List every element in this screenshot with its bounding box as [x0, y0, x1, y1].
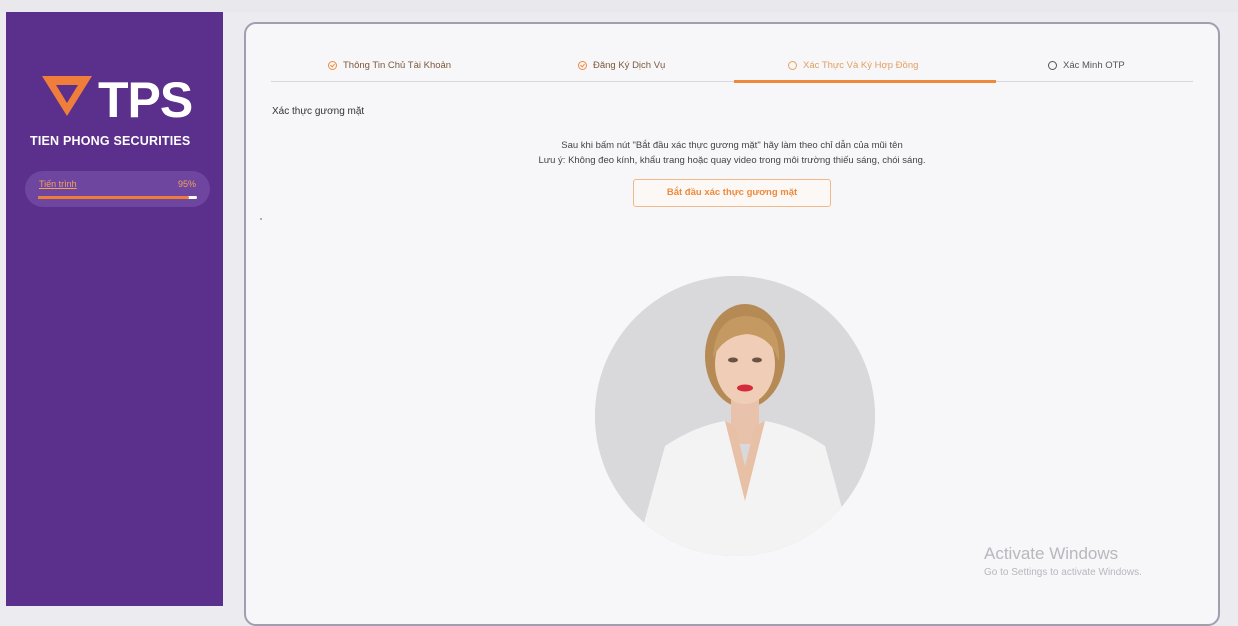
section-title: Xác thực gương mặt: [272, 106, 365, 117]
progress-fill: [38, 196, 190, 199]
top-strip: [0, 0, 1238, 12]
step-label: Đăng Ký Dịch Vụ: [593, 60, 666, 71]
active-step-underline: [734, 80, 996, 83]
step-tabs: Thông Tin Chủ Tài Khoản Đăng Ký Dịch Vụ …: [271, 50, 1193, 83]
face-portrait-image: [595, 276, 875, 556]
instruction-line-1: Sau khi bấm nút "Bắt đầu xác thực gương …: [561, 140, 903, 151]
progress-track: [38, 196, 197, 199]
progress-value: 95%: [177, 179, 196, 189]
company-name: TIEN PHONG SECURITIES: [30, 134, 191, 148]
windows-activation-watermark: Activate Windows Go to Settings to activ…: [984, 544, 1142, 578]
logo-text: TPS: [98, 72, 193, 128]
start-face-verification-button[interactable]: Bắt đầu xác thực gương mặt: [633, 179, 831, 207]
step-account-info[interactable]: Thông Tin Chủ Tài Khoản: [328, 60, 451, 71]
progress-label[interactable]: Tiến trình: [39, 179, 77, 189]
check-circle-icon: [328, 61, 337, 70]
logo-triangle-icon: [42, 76, 92, 116]
face-preview: [595, 276, 875, 556]
check-circle-icon: [578, 61, 587, 70]
steps-divider: [271, 81, 1193, 82]
step-label: Thông Tin Chủ Tài Khoản: [343, 60, 452, 71]
step-label: Xác Minh OTP: [1063, 60, 1125, 71]
step-otp[interactable]: Xác Minh OTP: [1048, 60, 1125, 71]
step-service-registration[interactable]: Đăng Ký Dịch Vụ: [578, 60, 665, 71]
watermark-title: Activate Windows: [984, 544, 1119, 563]
watermark-subtitle: Go to Settings to activate Windows.: [984, 567, 1142, 578]
sidebar: TPS TIEN PHONG SECURITIES Tiến trình 95%: [6, 12, 223, 606]
stray-dot: [260, 218, 262, 220]
step-verify-contract[interactable]: Xác Thực Và Ký Hợp Đồng: [788, 60, 918, 71]
instruction-line-2: Lưu ý: Không đeo kính, khẩu trang hoặc q…: [538, 155, 926, 166]
step-label: Xác Thực Và Ký Hợp Đồng: [803, 60, 919, 71]
company-logo: TPS: [40, 70, 200, 132]
main-card: Thông Tin Chủ Tài Khoản Đăng Ký Dịch Vụ …: [244, 22, 1220, 626]
circle-icon: [1048, 61, 1057, 70]
instructions: Sau khi bấm nút "Bắt đầu xác thực gương …: [246, 138, 1218, 168]
progress-indicator: Tiến trình 95%: [25, 171, 210, 207]
circle-icon: [788, 61, 797, 70]
